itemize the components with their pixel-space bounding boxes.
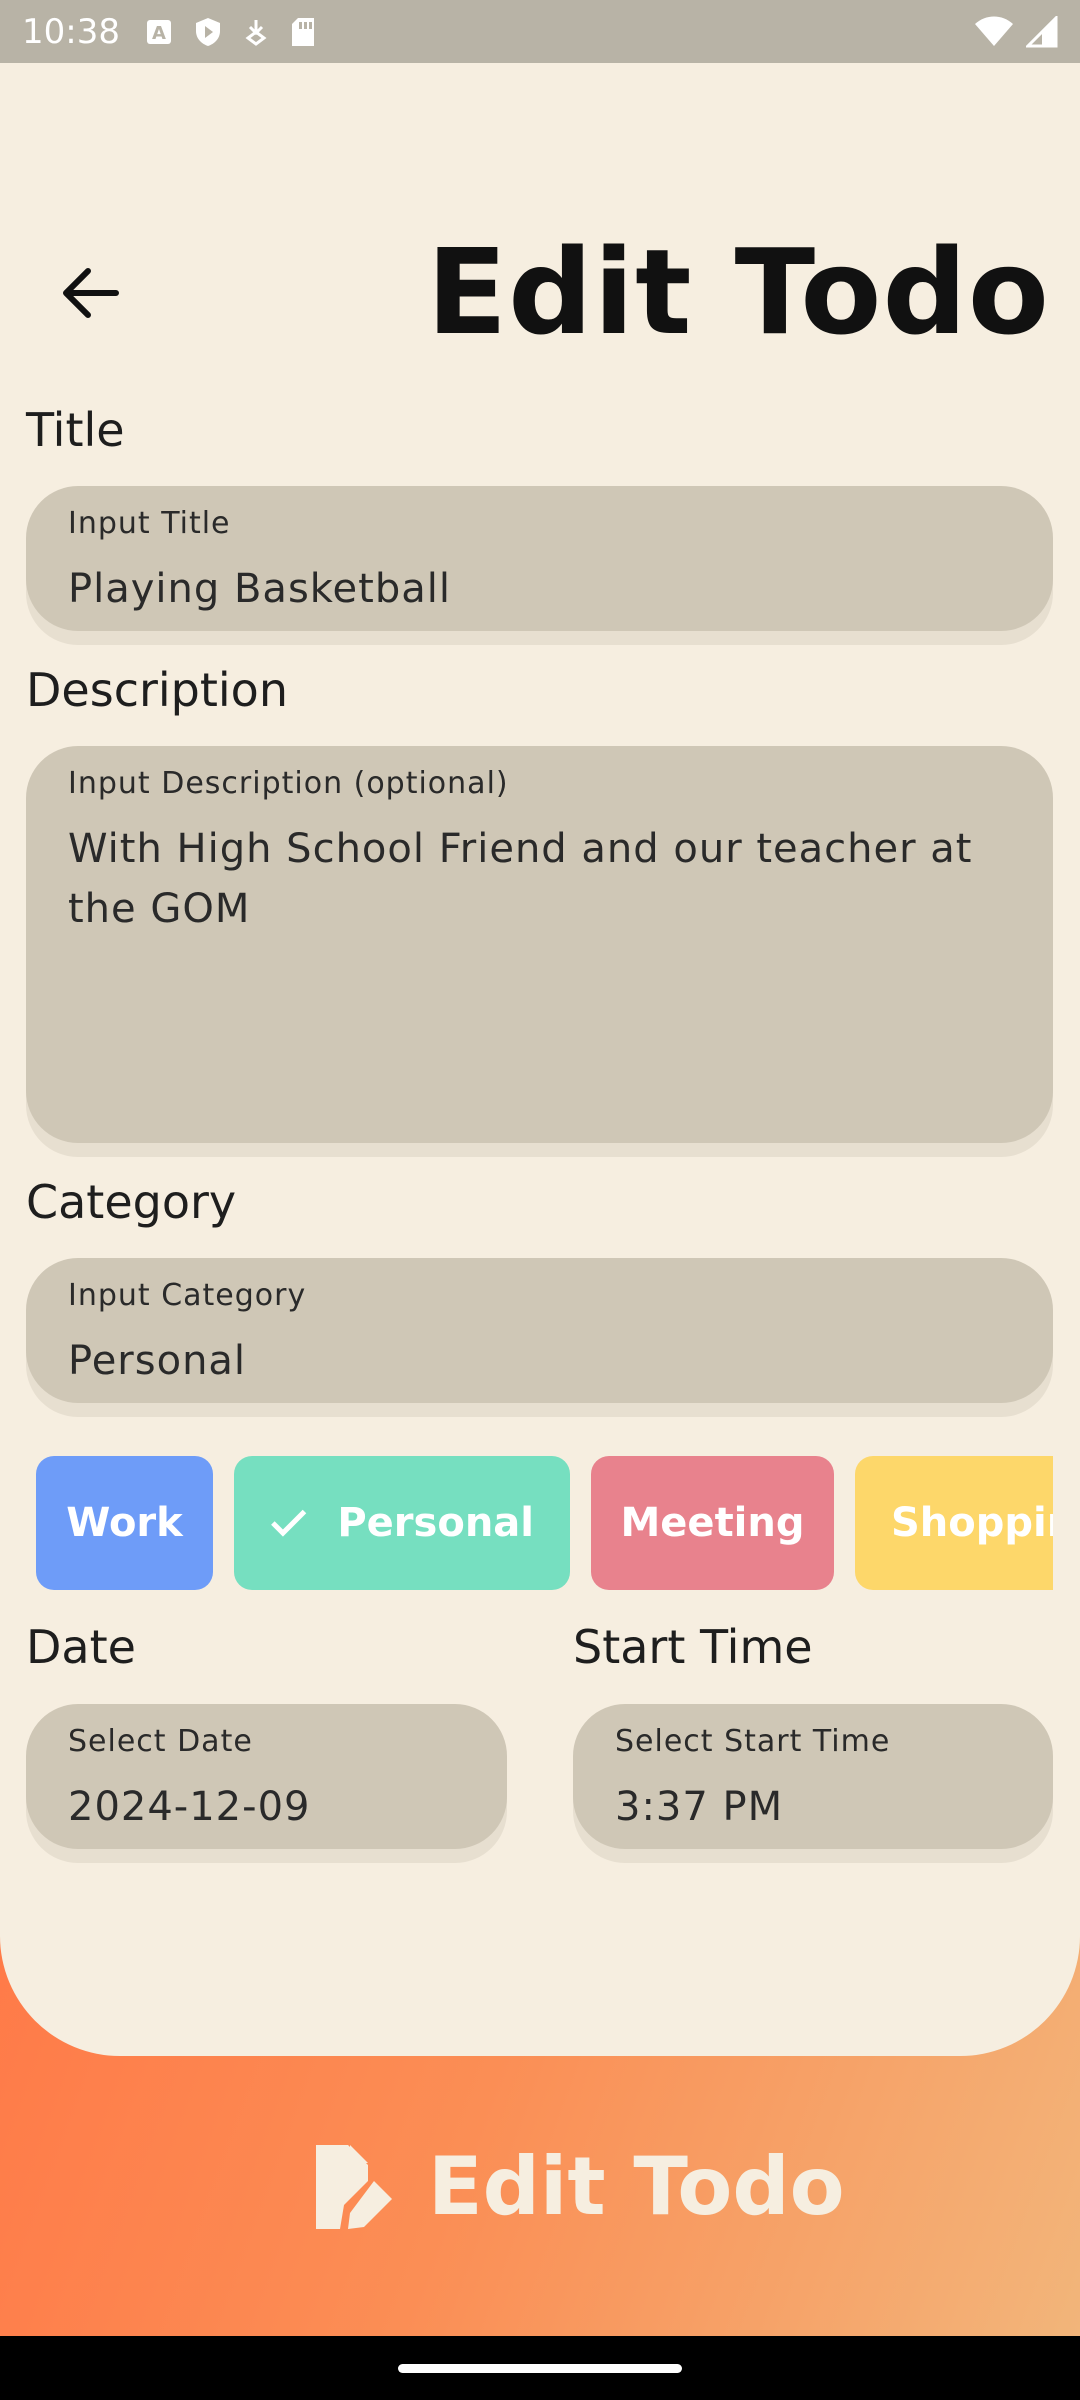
chip-work[interactable]: Work: [36, 1456, 213, 1590]
time-field-value: 3:37 PM: [615, 1784, 784, 1830]
notification-icons: A: [146, 17, 316, 47]
edit-document-icon: [316, 2144, 392, 2229]
chip-shopping[interactable]: Shopping: [855, 1456, 1053, 1590]
time-field-label: Select Start Time: [615, 1724, 891, 1759]
status-bar: 10:38 A: [0, 0, 1080, 63]
sd-card-icon: [291, 17, 314, 46]
chip-meeting-label: Meeting: [620, 1500, 805, 1546]
category-input[interactable]: Input Category Personal: [26, 1258, 1053, 1403]
chip-work-label: Work: [66, 1500, 183, 1546]
category-field-label: Input Category: [68, 1278, 307, 1313]
text-a-icon: A: [146, 19, 171, 44]
main-panel: Edit Todo Title Input Title Playing Bask…: [0, 63, 1080, 2056]
page-title: Edit Todo: [426, 223, 1050, 361]
category-section-label: Category: [26, 1175, 237, 1229]
system-icons: [974, 15, 1058, 48]
download-icon: [245, 19, 267, 46]
description-section-label: Description: [26, 663, 288, 717]
category-field-value: Personal: [68, 1338, 247, 1384]
title-input[interactable]: Input Title Playing Basketball: [26, 486, 1053, 631]
edit-todo-submit-button[interactable]: Edit Todo: [310, 2140, 845, 2233]
cellular-signal-icon: [1026, 15, 1058, 47]
chip-meeting[interactable]: Meeting: [591, 1456, 834, 1590]
description-field-value: With High School Friend and our teacher …: [68, 826, 973, 932]
start-time-input[interactable]: Select Start Time 3:37 PM: [573, 1704, 1053, 1849]
time-section-label: Start Time: [573, 1620, 813, 1674]
status-time: 10:38: [22, 11, 120, 52]
date-field-label: Select Date: [68, 1724, 253, 1759]
arrow-left-icon: [63, 268, 119, 318]
edit-todo-submit-label: Edit Todo: [428, 2140, 845, 2233]
chip-personal-label: Personal: [337, 1500, 534, 1546]
date-input[interactable]: Select Date 2024-12-09: [26, 1704, 507, 1849]
chip-personal[interactable]: Personal: [234, 1456, 570, 1590]
title-field-label: Input Title: [68, 506, 231, 541]
svg-text:A: A: [152, 23, 166, 44]
category-chips: Work Personal Meeting Shopping: [36, 1456, 1053, 1590]
checkmark-icon: [271, 1509, 307, 1537]
title-field-value: Playing Basketball: [68, 566, 451, 612]
description-input[interactable]: Input Description (optional) With High S…: [26, 746, 1053, 1143]
date-field-value: 2024-12-09: [68, 1784, 311, 1830]
home-gesture-handle[interactable]: [398, 2364, 682, 2373]
date-section-label: Date: [26, 1620, 136, 1674]
description-field-label: Input Description (optional): [68, 766, 509, 801]
chip-shopping-label: Shopping: [891, 1500, 1053, 1546]
title-section-label: Title: [26, 403, 125, 457]
wifi-icon: [975, 16, 1013, 46]
back-button[interactable]: [50, 253, 130, 333]
shield-play-icon: [195, 17, 220, 46]
